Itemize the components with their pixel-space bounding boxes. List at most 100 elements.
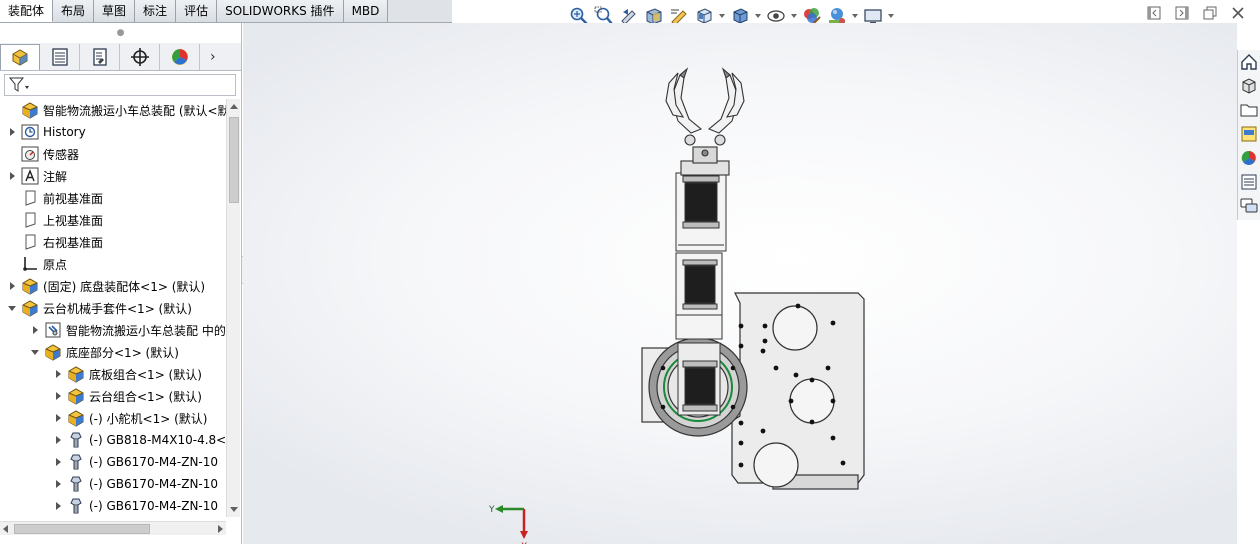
tree-item[interactable]: 云台机械手套件<1> (默认)	[0, 297, 226, 319]
tile-right-icon[interactable]	[1174, 6, 1190, 20]
dimxpert-icon[interactable]	[120, 43, 160, 70]
tree-item[interactable]: (-) GB818-M4X10-4.8<	[0, 429, 226, 451]
tree-item-label: (固定) 底盘装配体<1> (默认)	[43, 279, 206, 294]
more-tabs-chevron-icon[interactable]: ›	[210, 49, 216, 65]
file-explorer-icon[interactable]	[1238, 98, 1260, 122]
forum-icon[interactable]	[1238, 194, 1260, 218]
part-icon	[67, 453, 85, 471]
tab-4[interactable]: 评估	[176, 0, 218, 22]
part-icon	[67, 475, 85, 493]
expand-toggle-icon[interactable]	[6, 275, 18, 297]
tree-item-label: 云台机械手套件<1> (默认)	[43, 301, 192, 316]
assembly-icon	[21, 299, 39, 317]
tree-vertical-scrollbar[interactable]	[226, 99, 240, 517]
tree-item-label: 底板组合<1> (默认)	[89, 367, 202, 382]
tab-5[interactable]: SOLIDWORKS 插件	[217, 0, 344, 22]
tree-item-label: 右视基准面	[43, 235, 104, 250]
tree-item[interactable]: History	[0, 121, 226, 143]
part-icon	[67, 497, 85, 515]
tree-item[interactable]: 注解	[0, 165, 226, 187]
scroll-left-icon[interactable]	[3, 525, 8, 533]
home-icon[interactable]	[1238, 50, 1260, 74]
panel-grip[interactable]: ●	[0, 23, 241, 43]
assembly-icon	[21, 101, 39, 119]
tab-0[interactable]: 装配体	[0, 0, 54, 22]
configuration-manager-icon[interactable]	[80, 43, 120, 70]
tree-item-label: 云台组合<1> (默认)	[89, 389, 202, 404]
tile-left-icon[interactable]	[1146, 6, 1162, 20]
no-toggle	[6, 187, 18, 209]
tree-item[interactable]: 前视基准面	[0, 187, 226, 209]
expand-toggle-icon[interactable]	[29, 319, 41, 341]
scroll-right-icon[interactable]	[218, 525, 223, 533]
plane-icon	[21, 233, 39, 251]
collapse-toggle-icon[interactable]	[6, 297, 18, 319]
tree-item[interactable]: 底座部分<1> (默认)	[0, 341, 226, 363]
tree-item-label: 原点	[43, 257, 68, 272]
no-toggle	[6, 209, 18, 231]
scroll-up-icon[interactable]	[230, 104, 238, 109]
tree-item[interactable]: 右视基准面	[0, 231, 226, 253]
expand-toggle-icon[interactable]	[52, 495, 64, 517]
annotation-icon	[21, 167, 39, 185]
tree-item[interactable]: 智能物流搬运小车总装配 中的	[0, 319, 226, 341]
tree-item-label: 传感器	[43, 147, 80, 162]
expand-toggle-icon[interactable]	[52, 473, 64, 495]
tree-item[interactable]: 云台组合<1> (默认)	[0, 385, 226, 407]
tree-item[interactable]: 原点	[0, 253, 226, 275]
robot-arm-model[interactable]	[243, 23, 1237, 544]
tab-2[interactable]: 草图	[94, 0, 136, 22]
window-controls	[1146, 6, 1246, 20]
tree-item[interactable]: 底板组合<1> (默认)	[0, 363, 226, 385]
feature-tree-icon[interactable]	[0, 43, 40, 70]
property-manager-icon[interactable]	[40, 43, 80, 70]
assembly-icon	[67, 387, 85, 405]
assembly-icon	[67, 409, 85, 427]
sensor-icon	[21, 145, 39, 163]
design-library-icon[interactable]	[1238, 74, 1260, 98]
appearances-icon[interactable]	[1238, 146, 1260, 170]
tree-item[interactable]: 传感器	[0, 143, 226, 165]
tab-3[interactable]: 标注	[135, 0, 177, 22]
no-toggle	[6, 253, 18, 275]
expand-toggle-icon[interactable]	[52, 363, 64, 385]
no-toggle	[6, 99, 18, 121]
scroll-down-icon[interactable]	[230, 507, 238, 512]
expand-toggle-icon[interactable]	[52, 429, 64, 451]
expand-toggle-icon[interactable]	[52, 407, 64, 429]
servo-middle	[675, 252, 723, 340]
tree-item-label: 底座部分<1> (默认)	[66, 345, 179, 360]
tree-item[interactable]: (-) GB6170-M4-ZN-10	[0, 451, 226, 473]
tree-item-label: 智能物流搬运小车总装配 (默认<默认	[43, 103, 226, 118]
tree-item[interactable]: 上视基准面	[0, 209, 226, 231]
scroll-thumb-horizontal[interactable]	[14, 524, 150, 534]
tree-item[interactable]: (-) 小舵机<1> (默认)	[0, 407, 226, 429]
tree-item[interactable]: (-) GB6170-M4-ZN-10	[0, 473, 226, 495]
collapse-toggle-icon[interactable]	[29, 341, 41, 363]
tree-item[interactable]: (-) GB6170-M4-ZN-10	[0, 495, 226, 517]
filter-input[interactable]	[4, 74, 236, 96]
restore-icon[interactable]	[1202, 6, 1218, 20]
origin-icon	[21, 255, 39, 273]
mates-icon	[44, 321, 62, 339]
view-palette-icon[interactable]	[1238, 122, 1260, 146]
tree-horizontal-scrollbar[interactable]	[0, 521, 226, 535]
expand-toggle-icon[interactable]	[52, 385, 64, 407]
tree-item[interactable]: (固定) 底盘装配体<1> (默认)	[0, 275, 226, 297]
tab-1[interactable]: 布局	[53, 0, 95, 22]
graphics-area[interactable]: Y X	[243, 23, 1237, 544]
expand-toggle-icon[interactable]	[6, 165, 18, 187]
tree-item-label: 注解	[43, 169, 68, 184]
tree-item-label: (-) GB6170-M4-ZN-10	[89, 499, 219, 513]
custom-properties-icon[interactable]	[1238, 170, 1260, 194]
task-pane-tabs	[1237, 50, 1260, 220]
expand-toggle-icon[interactable]	[6, 121, 18, 143]
tree-item-label: (-) GB818-M4X10-4.8<	[89, 433, 226, 447]
close-icon[interactable]	[1230, 6, 1246, 20]
gripper	[665, 67, 745, 176]
display-manager-icon[interactable]	[160, 43, 200, 70]
scroll-thumb[interactable]	[229, 117, 239, 203]
tab-6[interactable]: MBD	[343, 0, 389, 22]
tree-item[interactable]: 智能物流搬运小车总装配 (默认<默认	[0, 99, 226, 121]
expand-toggle-icon[interactable]	[52, 451, 64, 473]
